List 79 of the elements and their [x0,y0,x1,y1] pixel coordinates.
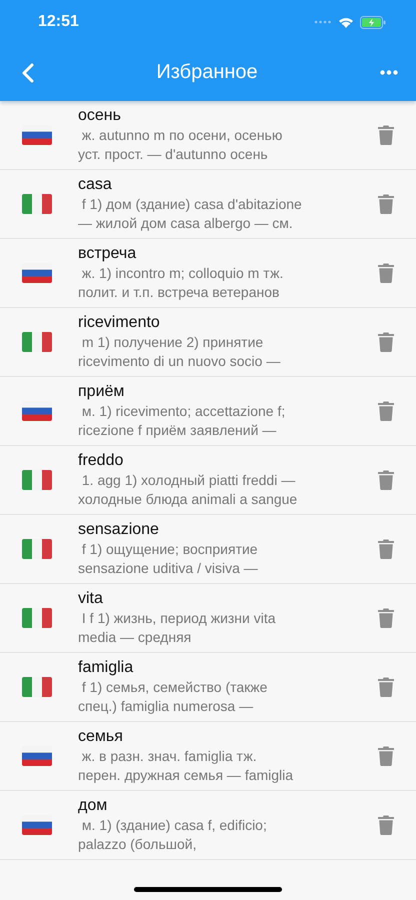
entry-definition: ricezione f приём заявлений — [78,421,278,440]
trash-icon [378,401,394,421]
entry-word: осень [78,106,122,126]
back-chevron-icon [22,62,34,82]
vertical-tricolor-flag-icon [22,470,52,490]
favorite-item[interactable]: ricevimento m 1) получение 2) принятие ricevimento di un nuovo socio — [0,308,416,377]
entry-word: встреча [78,244,138,264]
delete-button[interactable] [378,332,394,352]
favorite-item[interactable]: встреча ж. 1) incontro m; colloquio m тж. полит. и т.п. встреча ветеранов [0,239,416,308]
entry-definition: ж. 1) incontro m; colloquio m тж. [80,264,284,283]
entry-definition: — жилой дом casa albergo — см. [78,214,294,233]
favorite-item[interactable]: vita I f 1) жизнь, период жизни vita media — средняя [0,584,416,653]
delete-button[interactable] [378,470,394,490]
entry-word: дом [78,796,108,816]
more-dots-icon [380,70,398,75]
entry-definition: m 1) получение 2) принятие [80,332,264,352]
trash-icon [378,125,394,145]
favorite-item[interactable]: осень ж. autunno m по осени, осенью уст. прост. — d'autunno осень [0,101,416,170]
entry-definition: м. 1) (здание) casa f, edificio; [80,816,268,835]
trash-icon [378,194,394,214]
favorite-item[interactable]: freddo 1. agg 1) холодный piatti freddi — холодные блюда animali a sangue [0,446,416,515]
entry-definition: ж. в разн. знач. famiglia тж. [80,746,258,766]
delete-button[interactable] [378,815,394,835]
signal-icon [314,20,332,24]
entry-definition: I f 1) жизнь, период жизни vita [80,608,277,628]
vertical-tricolor-flag-icon [22,194,52,214]
entry-definition: 1. agg 1) холодный piatti freddi — [80,470,296,490]
trash-icon [378,539,394,559]
entry-definition: media — средняя [78,628,192,647]
vertical-tricolor-flag-icon [22,539,52,559]
delete-button[interactable] [378,677,394,697]
favorite-item[interactable]: famiglia f 1) семья, семейство (также спец.) famiglia numerosa — [0,653,416,722]
entry-definition: palazzo (большой, [78,835,198,854]
entry-word: freddo [78,450,124,470]
trash-icon [378,332,394,352]
delete-button[interactable] [378,608,394,628]
favorite-item[interactable]: sensazione f 1) ощущение; восприятие sensazione uditiva / visiva — [0,515,416,584]
delete-button[interactable] [378,746,394,766]
delete-button[interactable] [378,194,394,214]
trash-icon [378,746,394,766]
entry-definition: спец.) famiglia numerosa — [78,697,254,716]
vertical-tricolor-flag-icon [22,677,52,697]
entry-definition: ricevimento di un nuovo socio — [78,352,282,371]
delete-button[interactable] [378,539,394,559]
entry-word: famiglia [78,658,134,678]
entry-word: семья [78,726,124,746]
favorite-item[interactable]: casa f 1) дом (здание) casa d'abitazione — жилой дом casa albergo — см. [0,170,416,239]
vertical-tricolor-flag-icon [22,608,52,628]
entry-definition: ж. autunno m по осени, осенью [80,126,284,144]
entry-definition: уст. прост. — d'autunno осень [78,145,269,164]
entry-definition: перен. дружная семья — famiglia [78,766,294,785]
favorite-item[interactable]: дом м. 1) (здание) casa f, edificio; palazzo (большой, [0,791,416,860]
delete-button[interactable] [378,401,394,421]
screen-title: Избранное [156,61,258,84]
trash-icon [378,677,394,697]
entry-definition: f 1) ощущение; восприятие [80,540,259,559]
trash-icon [378,608,394,628]
entry-definition: холодные блюда animali a sangue [78,490,298,509]
entry-definition: полит. и т.п. встреча ветеранов [78,283,280,302]
entry-definition: sensazione uditiva / visiva — [78,559,259,578]
entry-word: vita [78,588,104,608]
trash-icon [378,470,394,490]
wifi-icon [338,16,354,28]
entry-definition: f 1) семья, семейство (также [80,678,268,697]
trash-icon [378,815,394,835]
delete-button[interactable] [378,125,394,145]
battery-charging-icon [360,16,386,28]
entry-word: приём [78,382,126,402]
status-time: 12:51 [38,13,79,31]
entry-word: sensazione [78,520,160,540]
entry-word: ricevimento [78,312,161,332]
entry-definition: м. 1) ricevimento; accettazione f; [80,402,286,421]
vertical-tricolor-flag-icon [22,332,52,352]
favorite-item[interactable]: семья ж. в разн. знач. famiglia тж. перен. дружная семья — famiglia [0,722,416,791]
entry-definition: f 1) дом (здание) casa d'abitazione [80,194,303,214]
entry-word: casa [78,174,113,194]
trash-icon [378,263,394,283]
favorite-item[interactable]: приём м. 1) ricevimento; accettazione f; ricezione f приём заявлений — [0,377,416,446]
delete-button[interactable] [378,263,394,283]
